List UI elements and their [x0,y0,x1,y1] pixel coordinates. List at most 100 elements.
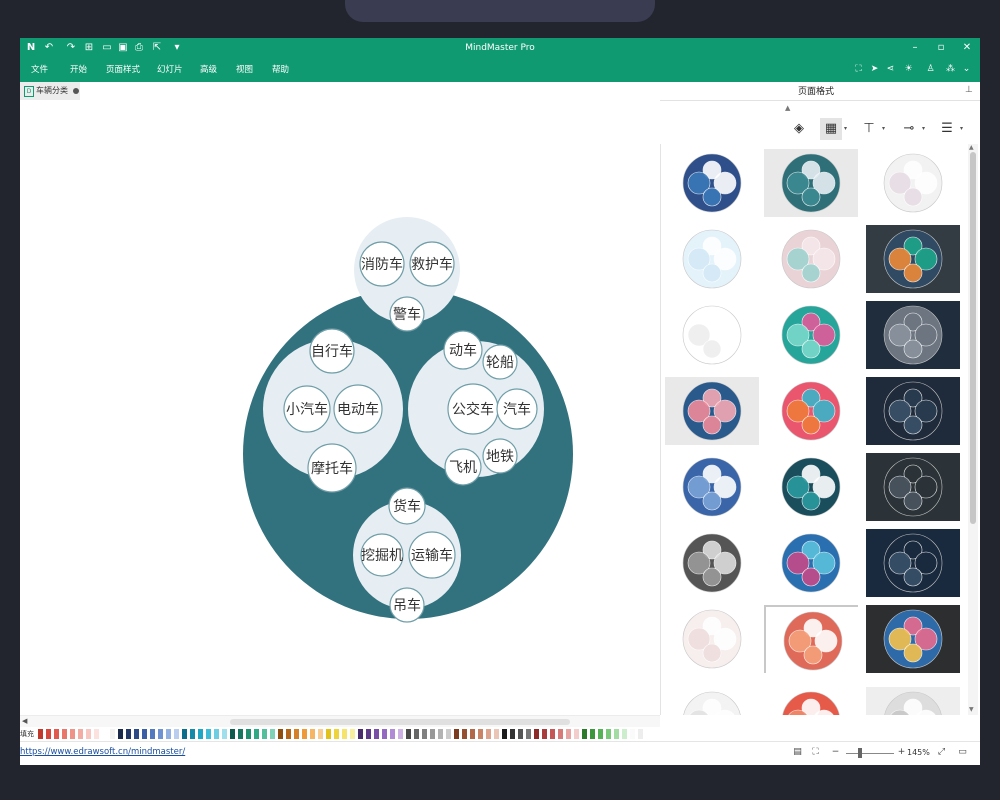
color-swatch[interactable] [262,729,267,739]
theme-thumbnail[interactable] [764,301,858,369]
theme-thumbnail[interactable] [665,529,759,597]
theme-thumbnail[interactable] [866,529,960,597]
chevron-down-icon[interactable]: ▾ [922,125,925,132]
topic-label[interactable]: 消防车 [361,256,403,273]
topic-label[interactable]: 运输车 [411,547,453,564]
theme-thumbnail[interactable] [665,301,759,369]
pin-icon[interactable]: ⊥ [965,85,973,95]
color-swatch[interactable] [166,729,171,739]
zoom-out-icon[interactable]: − [830,747,841,758]
chevron-down-icon[interactable]: ▾ [844,125,847,132]
menu-view[interactable]: 视图 [236,58,253,82]
connector-icon[interactable]: ⊸ [898,118,920,140]
maximize-button[interactable]: ▫ [930,38,952,58]
color-swatch[interactable] [118,729,123,739]
menu-file[interactable]: 文件 [31,58,48,82]
zoom-slider-knob[interactable] [858,748,862,758]
theme-thumbnail[interactable] [866,605,960,673]
color-swatch[interactable] [502,729,507,739]
color-swatch[interactable] [150,729,155,739]
color-swatch[interactable] [86,729,91,739]
color-swatch[interactable] [606,729,611,739]
color-swatch[interactable] [38,729,43,739]
chevron-down-icon[interactable]: ▾ [960,125,963,132]
panel-scrollbar[interactable]: ▲ ▼ [968,144,978,715]
topic-label[interactable]: 摩托车 [311,460,353,477]
color-swatch[interactable] [142,729,147,739]
topic-label[interactable]: 小汽车 [286,401,328,418]
apps-icon[interactable]: ⁂ [945,64,956,75]
color-swatch[interactable] [254,729,259,739]
fill-style-icon[interactable]: ◈ [788,118,810,140]
color-swatch[interactable] [334,729,339,739]
topic-label[interactable]: 救护车 [411,256,453,273]
theme-sun-icon[interactable]: ☀ [903,64,914,75]
color-swatch[interactable] [582,729,587,739]
topic-label[interactable]: 地铁 [486,449,514,465]
color-swatch[interactable] [638,729,643,739]
minimize-button[interactable]: – [904,38,926,58]
color-swatch[interactable] [126,729,131,739]
color-swatch[interactable] [310,729,315,739]
color-swatch[interactable] [478,729,483,739]
close-button[interactable]: ✕ [956,38,978,58]
theme-thumbnail[interactable] [764,529,858,597]
website-link[interactable]: https://www.edrawsoft.cn/mindmaster/ [20,747,185,757]
color-swatch[interactable] [382,729,387,739]
color-swatch[interactable] [542,729,547,739]
menu-slideshow[interactable]: 幻灯片 [157,58,183,82]
color-swatch[interactable] [70,729,75,739]
fit-page-icon[interactable]: ⛶ [810,747,821,758]
tab-document[interactable]: D 车辆分类 [20,82,80,100]
color-swatch[interactable] [342,729,347,739]
color-swatch[interactable] [350,729,355,739]
theme-thumbnail[interactable] [764,377,858,445]
color-swatch[interactable] [374,729,379,739]
color-swatch[interactable] [358,729,363,739]
save-icon[interactable]: ▣ [116,38,130,58]
scroll-left-icon[interactable]: ◀ [22,717,27,725]
topic-label[interactable]: 吊车 [393,597,421,614]
theme-grid-icon[interactable]: ▦ [820,118,842,140]
topic-label[interactable]: 电动车 [337,401,379,418]
send-icon[interactable]: ➤ [869,64,880,75]
color-swatch[interactable] [534,729,539,739]
color-swatch[interactable] [446,729,451,739]
topic-label[interactable]: 公交车 [452,401,494,418]
zoom-slider-track[interactable] [846,753,894,754]
theme-thumbnail[interactable] [764,687,858,715]
color-swatch[interactable] [230,729,235,739]
color-swatch[interactable] [550,729,555,739]
color-swatch[interactable] [302,729,307,739]
mindmap-canvas[interactable]: 消防车 救护车 警车 自行车 小汽车 电动车 摩托车 动车 轮船 公交车 汽车 地铁 飞机 货车 挖掘机 运输… [20,100,660,715]
color-swatch[interactable] [134,729,139,739]
color-swatch[interactable] [630,729,635,739]
export-icon[interactable]: ⇱ [150,38,164,58]
color-swatch[interactable] [430,729,435,739]
color-swatch[interactable] [526,729,531,739]
open-folder-icon[interactable]: ▭ [100,38,114,58]
color-swatch[interactable] [94,729,99,739]
color-swatch[interactable] [190,729,195,739]
theme-thumbnail[interactable] [764,149,858,217]
layout-icon[interactable]: ⊤ [858,118,880,140]
color-swatch[interactable] [206,729,211,739]
color-swatch[interactable] [566,729,571,739]
topic-label[interactable]: 飞机 [449,460,477,476]
theme-thumbnail[interactable] [866,453,960,521]
theme-thumbnail[interactable] [764,453,858,521]
color-swatch[interactable] [622,729,627,739]
fullscreen-icon[interactable]: ⛶ [853,64,864,75]
color-swatch[interactable] [214,729,219,739]
mindmaster-logo-icon[interactable]: N [24,38,38,58]
theme-thumbnail[interactable] [866,225,960,293]
theme-thumbnail[interactable] [764,605,860,675]
color-swatch[interactable] [422,729,427,739]
topic-label[interactable]: 货车 [393,498,421,515]
color-swatch[interactable] [326,729,331,739]
color-swatch[interactable] [398,729,403,739]
color-swatch[interactable] [182,729,187,739]
redo-icon[interactable]: ↷ [64,38,78,58]
theme-thumbnail[interactable] [866,149,960,217]
scroll-thumb[interactable] [970,152,976,524]
